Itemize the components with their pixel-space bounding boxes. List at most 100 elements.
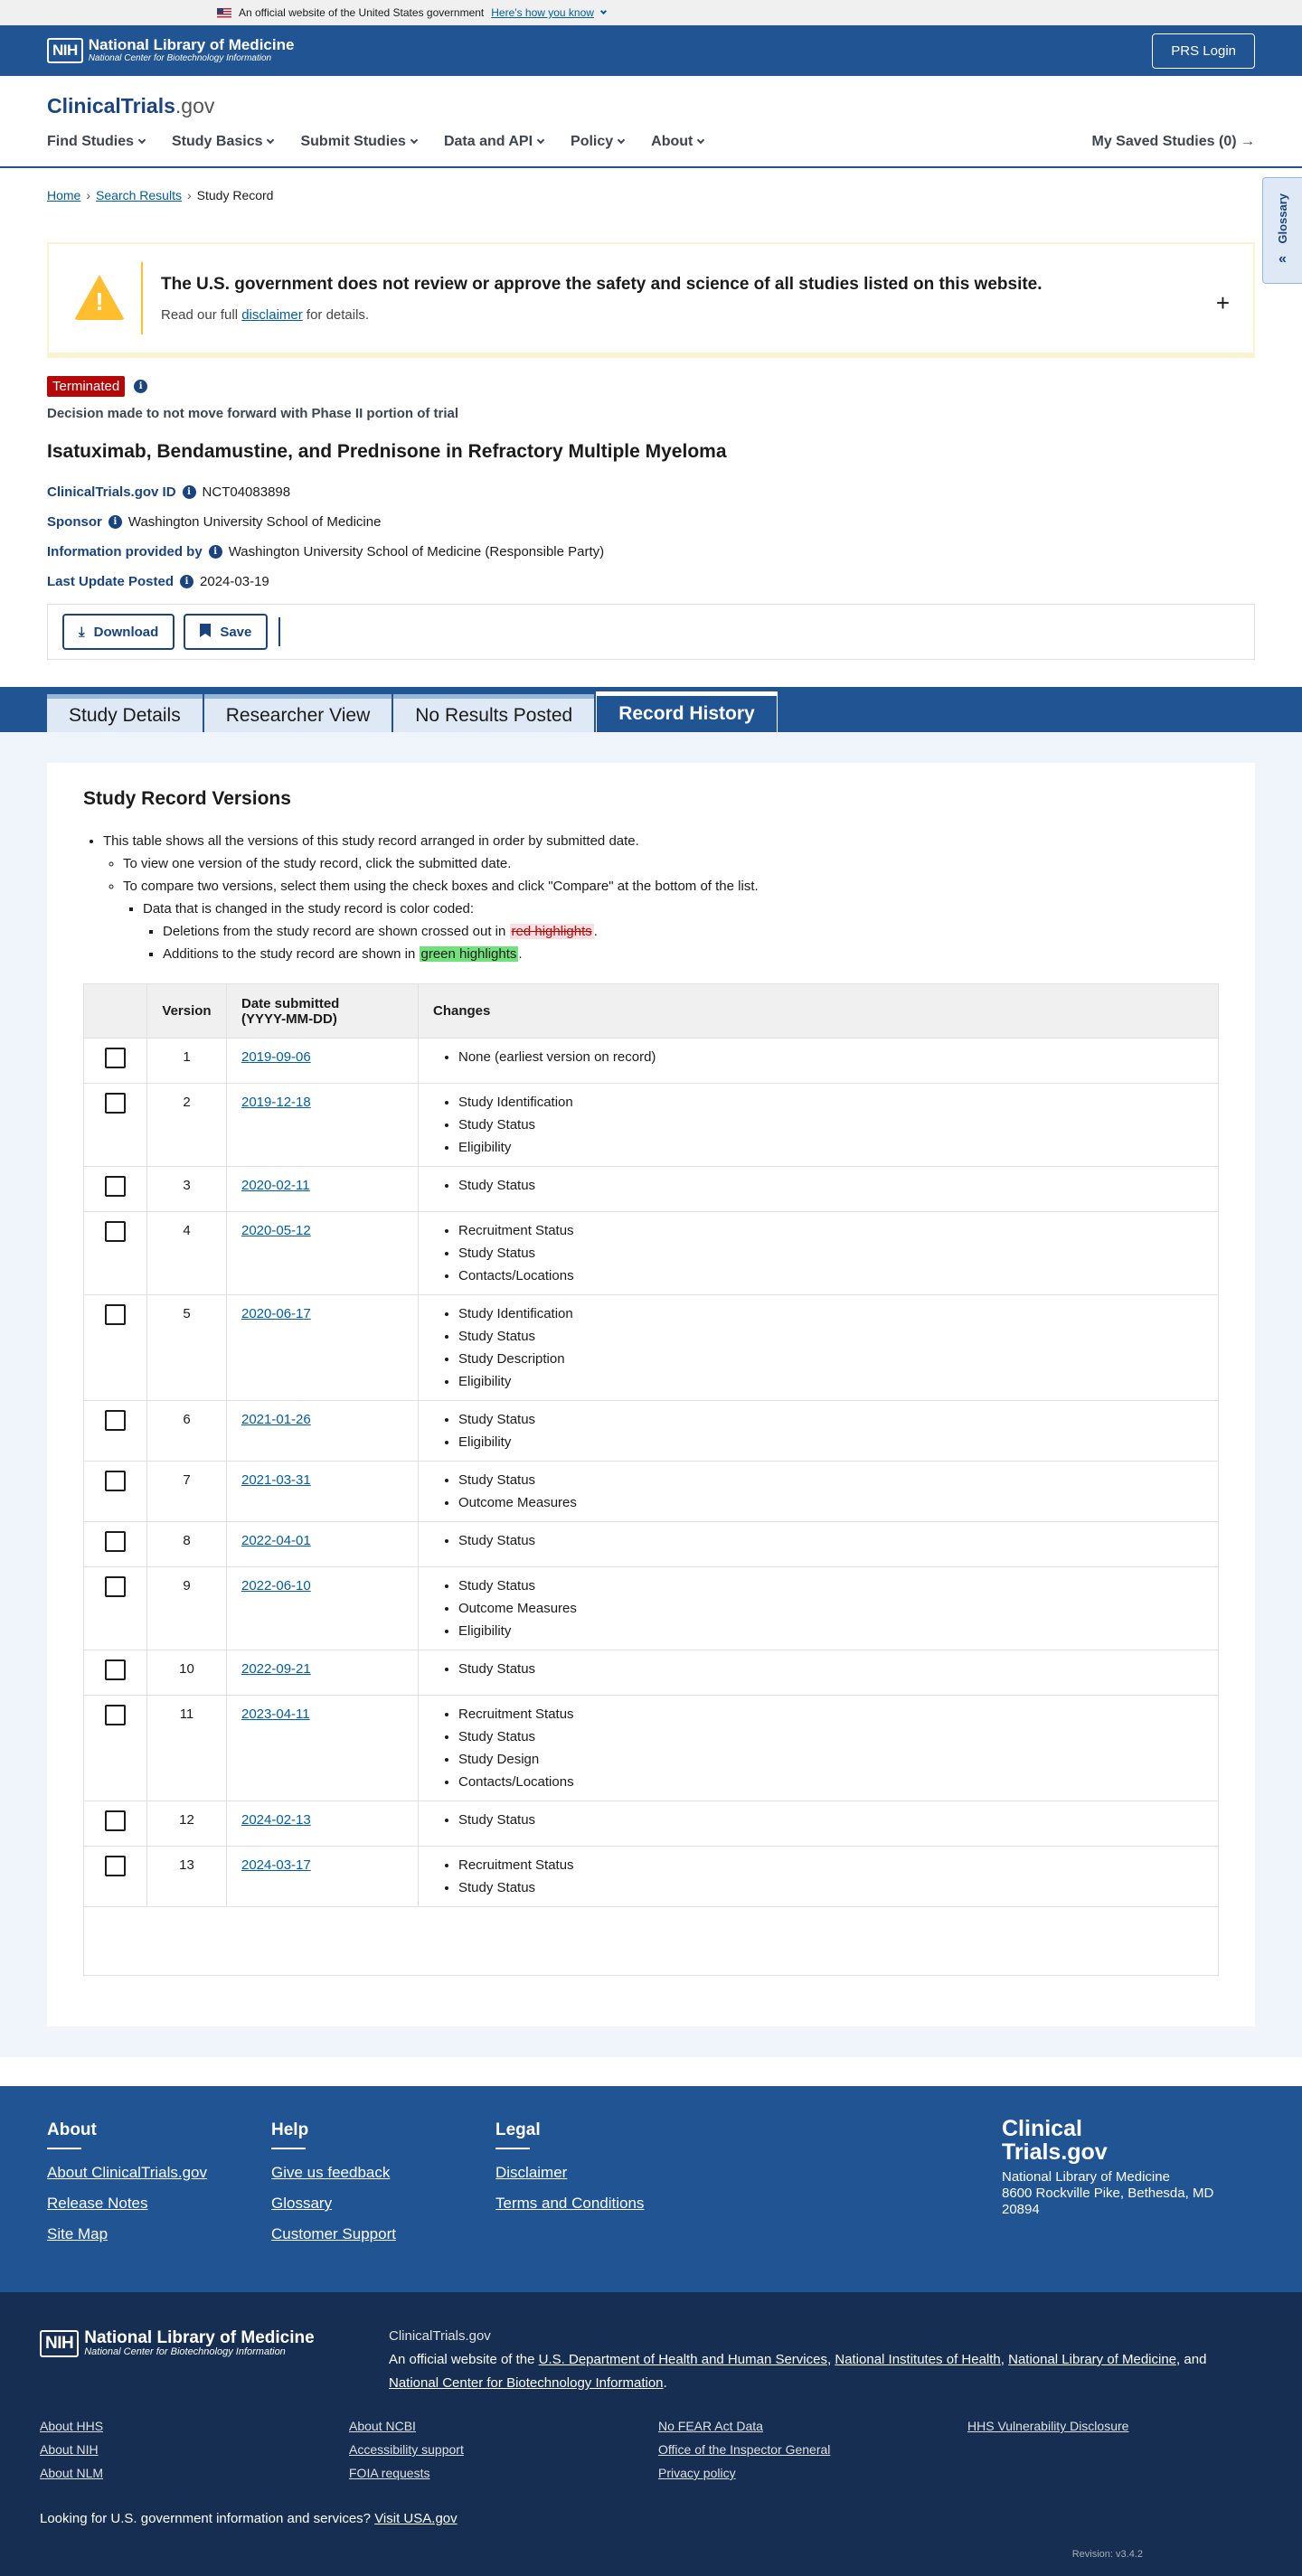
nav-about[interactable]: About — [651, 134, 705, 150]
row-select-cell — [83, 1400, 147, 1462]
version-checkbox[interactable] — [105, 1856, 126, 1876]
footer-link-release-notes[interactable]: Release Notes — [47, 2195, 207, 2213]
breadcrumb-home[interactable]: Home — [47, 188, 80, 202]
nav-study-basics[interactable]: Study Basics — [172, 134, 275, 150]
footer-help: Help Give us feedback Glossary Customer … — [271, 2120, 396, 2256]
link-hhs[interactable]: U.S. Department of Health and Human Serv… — [539, 2352, 827, 2367]
footer-link-site-map[interactable]: Site Map — [47, 2225, 207, 2243]
footer-link-foia[interactable]: FOIA requests — [349, 2466, 658, 2480]
submitted-date-link[interactable]: 2020-02-11 — [241, 1178, 310, 1193]
version-checkbox[interactable] — [105, 1093, 126, 1114]
save-button[interactable]: Save — [184, 614, 269, 650]
nav-data-and-api[interactable]: Data and API — [443, 134, 545, 150]
footer-link-about-nih[interactable]: About NIH — [40, 2442, 349, 2457]
version-checkbox[interactable] — [105, 1048, 126, 1068]
change-item: Study Status — [458, 1575, 1203, 1597]
footer-link-about-hhs[interactable]: About HHS — [40, 2419, 349, 2433]
prs-login-button[interactable]: PRS Login — [1152, 33, 1255, 69]
version-checkbox[interactable] — [105, 1221, 126, 1242]
footer-nlm-logo[interactable]: NIH National Library of Medicine Nationa… — [40, 2329, 315, 2357]
footer-heading: Help — [271, 2120, 309, 2139]
info-icon[interactable]: i — [108, 515, 122, 529]
tab-record-history[interactable]: Record History — [596, 691, 778, 732]
link-ncbi[interactable]: National Center for Biotechnology Inform… — [389, 2375, 664, 2391]
footer-link-vulnerability[interactable]: HHS Vulnerability Disclosure — [967, 2419, 1277, 2433]
submitted-date-link[interactable]: 2024-03-17 — [241, 1857, 311, 1873]
row-select-cell — [83, 1800, 147, 1847]
submitted-date-link[interactable]: 2023-04-11 — [241, 1706, 310, 1722]
period: . — [518, 946, 523, 962]
change-item: Study Status — [458, 1174, 1203, 1197]
change-item: Study Status — [458, 1469, 1203, 1491]
info-icon[interactable]: i — [134, 380, 148, 393]
table-row: 11 2023-04-11 Recruitment StatusStudy Stat… — [83, 1695, 1219, 1801]
footer-link-about-ct[interactable]: About ClinicalTrials.gov — [47, 2164, 207, 2182]
footer-link-no-fear[interactable]: No FEAR Act Data — [658, 2419, 967, 2433]
disclaimer-link[interactable]: disclaimer — [241, 307, 303, 323]
version-checkbox[interactable] — [105, 1659, 126, 1680]
version-checkbox[interactable] — [105, 1304, 126, 1325]
info-icon[interactable]: i — [182, 485, 196, 499]
footer-link-about-ncbi[interactable]: About NCBI — [349, 2419, 658, 2433]
submitted-date-link[interactable]: 2022-09-21 — [241, 1661, 311, 1677]
download-button[interactable]: ⤓ Download — [62, 614, 175, 650]
submitted-date-link[interactable]: 2024-02-13 — [241, 1812, 311, 1828]
link-nih[interactable]: National Institutes of Health — [835, 2352, 1000, 2367]
footer-link-glossary[interactable]: Glossary — [271, 2195, 396, 2213]
info-icon[interactable]: i — [208, 545, 222, 559]
submitted-date-link[interactable]: 2019-09-06 — [241, 1049, 311, 1065]
submitted-date-link[interactable]: 2022-04-01 — [241, 1533, 311, 1548]
footer-link-feedback[interactable]: Give us feedback — [271, 2164, 396, 2182]
footer-link-inspector-general[interactable]: Office of the Inspector General — [658, 2442, 967, 2457]
footer-link-about-nlm[interactable]: About NLM — [40, 2466, 349, 2480]
logo-main: ClinicalTrials — [47, 94, 175, 118]
breadcrumb-search-results[interactable]: Search Results — [96, 188, 182, 202]
footer-link-support[interactable]: Customer Support — [271, 2225, 396, 2243]
change-item: Eligibility — [458, 1620, 1203, 1642]
version-number: 9 — [146, 1566, 227, 1650]
footer-link-terms[interactable]: Terms and Conditions — [495, 2195, 644, 2213]
period: . — [663, 2375, 667, 2391]
version-checkbox[interactable] — [105, 1705, 126, 1725]
glossary-tab[interactable]: Glossary « — [1262, 177, 1302, 284]
nav-policy[interactable]: Policy — [571, 134, 626, 150]
link-nlm[interactable]: National Library of Medicine — [1008, 2352, 1176, 2367]
nav-label: Data and API — [443, 134, 533, 149]
version-checkbox[interactable] — [105, 1531, 126, 1552]
my-saved-studies-link[interactable]: My Saved Studies (0) → — [1092, 134, 1256, 150]
version-checkbox[interactable] — [105, 1576, 126, 1597]
double-chevron-left-icon: « — [1278, 250, 1287, 267]
link-usa-gov[interactable]: Visit USA.gov — [374, 2511, 457, 2526]
footer-link-disclaimer[interactable]: Disclaimer — [495, 2164, 644, 2182]
footer-link-privacy[interactable]: Privacy policy — [658, 2466, 967, 2480]
list-item: To view one version of the study record,… — [123, 852, 1219, 875]
version-checkbox[interactable] — [105, 1471, 126, 1491]
nlm-logo[interactable]: NIH National Library of Medicine Nationa… — [47, 37, 294, 64]
heres-how-you-know-link[interactable]: Here's how you know — [491, 6, 594, 19]
change-item: Contacts/Locations — [458, 1264, 1203, 1287]
submitted-date-link[interactable]: 2020-05-12 — [241, 1223, 311, 1238]
version-checkbox[interactable] — [105, 1810, 126, 1831]
info-icon[interactable]: i — [180, 575, 194, 588]
submitted-date-link[interactable]: 2019-12-18 — [241, 1095, 311, 1110]
submitted-date-link[interactable]: 2021-01-26 — [241, 1412, 311, 1427]
tab-no-results-posted[interactable]: No Results Posted — [393, 694, 595, 732]
submitted-date-link[interactable]: 2021-03-31 — [241, 1472, 311, 1488]
nav-submit-studies[interactable]: Submit Studies — [300, 134, 419, 150]
submitted-date-link[interactable]: 2020-06-17 — [241, 1306, 311, 1321]
change-item: Eligibility — [458, 1136, 1203, 1159]
row-select-cell — [83, 1083, 147, 1167]
tab-researcher-view[interactable]: Researcher View — [203, 694, 392, 732]
footer-link-accessibility[interactable]: Accessibility support — [349, 2442, 658, 2457]
nav-find-studies[interactable]: Find Studies — [47, 134, 146, 150]
version-checkbox[interactable] — [105, 1176, 126, 1197]
clinicaltrials-logo[interactable]: ClinicalTrials.gov — [47, 94, 214, 118]
version-checkbox[interactable] — [105, 1410, 126, 1431]
expand-plus-icon[interactable]: + — [1216, 289, 1230, 317]
ncbi-name: National Center for Biotechnology Inform… — [88, 53, 272, 63]
logo-suffix: .gov — [175, 94, 215, 118]
chevron-down-icon — [137, 136, 146, 145]
meta-label: Sponsor — [47, 514, 102, 530]
submitted-date-link[interactable]: 2022-06-10 — [241, 1578, 311, 1594]
tab-study-details[interactable]: Study Details — [47, 694, 203, 732]
